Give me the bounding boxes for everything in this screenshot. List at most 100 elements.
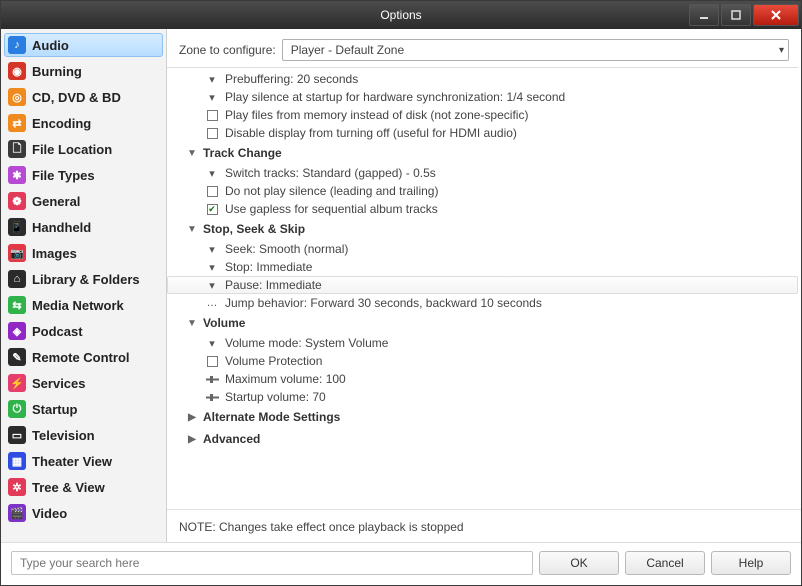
sidebar-item-video[interactable]: 🎬 Video — [4, 501, 163, 525]
setting-label: Stop: Immediate — [225, 260, 312, 274]
sidebar-item-media-network[interactable]: ⇆Media Network — [4, 293, 163, 317]
sidebar-item-label: Video — [32, 506, 67, 521]
setting-label: Jump behavior: Forward 30 seconds, backw… — [225, 296, 542, 310]
sidebar-item-images[interactable]: 📷Images — [4, 241, 163, 265]
group-title: Volume — [203, 316, 245, 330]
sidebar-icon: ✎ — [8, 348, 26, 366]
sidebar-item-file-types[interactable]: ✱File Types — [4, 163, 163, 187]
sidebar-icon: ⌂ — [8, 270, 26, 288]
setting-label: Switch tracks: Standard (gapped) - 0.5s — [225, 166, 436, 180]
sidebar-item-television[interactable]: ▭Television — [4, 423, 163, 447]
sidebar-icon: 🎬 — [8, 504, 26, 522]
checkbox-glyph — [205, 110, 219, 121]
cancel-button[interactable]: Cancel — [625, 551, 705, 575]
sidebar-icon: ♪ — [8, 36, 26, 54]
sidebar-item-label: File Types — [32, 168, 95, 183]
chevron-down-icon: ▼ — [187, 148, 197, 159]
sidebar-item-podcast[interactable]: ◈Podcast — [4, 319, 163, 343]
checkbox-icon — [207, 186, 218, 197]
sidebar-item-library-folders[interactable]: ⌂ Library & Folders — [4, 267, 163, 291]
sidebar-icon: ⇆ — [8, 296, 26, 314]
chevron-down-icon: ▾ — [205, 167, 219, 180]
sidebar-item-remote-control[interactable]: ✎Remote Control — [4, 345, 163, 369]
setting-label: Play files from memory instead of disk (… — [225, 108, 528, 122]
setting-row[interactable]: ✔ Use gapless for sequential album tracks — [167, 200, 798, 218]
setting-label: Use gapless for sequential album tracks — [225, 202, 438, 216]
sidebar-item-tree-view[interactable]: ✲Tree & View — [4, 475, 163, 499]
zone-selected-value: Player - Default Zone — [291, 43, 404, 57]
sidebar-icon: ◈ — [8, 322, 26, 340]
setting-label: Pause: Immediate — [225, 278, 322, 292]
sidebar-item-label: CD, DVD & BD — [32, 90, 121, 105]
zone-label: Zone to configure: — [179, 43, 276, 57]
setting-row[interactable]: Volume Protection — [167, 352, 798, 370]
checkbox-icon: ✔ — [207, 204, 218, 215]
sidebar-item-label: Encoding — [32, 116, 91, 131]
setting-row[interactable]: ▾ Pause: Immediate — [167, 276, 798, 294]
sidebar-icon: 🗋 — [8, 140, 26, 158]
sidebar-item-handheld[interactable]: 📱 Handheld — [4, 215, 163, 239]
setting-row[interactable]: ▾Volume mode: System Volume — [167, 334, 798, 352]
group-header[interactable]: ▶Alternate Mode Settings — [167, 406, 798, 428]
search-input[interactable] — [11, 551, 533, 575]
setting-label: Prebuffering: 20 seconds — [225, 72, 358, 86]
sidebar-item-audio[interactable]: ♪Audio — [4, 33, 163, 57]
sidebar-item-startup[interactable]: ⏻Startup — [4, 397, 163, 421]
setting-row[interactable]: ▾Play silence at startup for hardware sy… — [167, 88, 798, 106]
checkbox-glyph: ✔ — [205, 204, 219, 215]
sidebar-item-file-location[interactable]: 🗋File Location — [4, 137, 163, 161]
setting-row[interactable]: Play files from memory instead of disk (… — [167, 106, 798, 124]
checkbox-icon — [207, 110, 218, 121]
checkbox-glyph — [205, 128, 219, 139]
sidebar-icon: ⏻ — [8, 400, 26, 418]
group-header[interactable]: ▼ Volume — [167, 312, 798, 334]
ok-button[interactable]: OK — [539, 551, 619, 575]
setting-row[interactable]: …Jump behavior: Forward 30 seconds, back… — [167, 294, 798, 312]
chevron-down-icon: ▾ — [779, 45, 784, 56]
group-title: Advanced — [203, 432, 260, 446]
close-button[interactable] — [753, 4, 799, 26]
setting-row[interactable]: Do not play silence (leading and trailin… — [167, 182, 798, 200]
settings-list[interactable]: ▾Prebuffering: 20 seconds▾Play silence a… — [167, 67, 798, 509]
group-header[interactable]: ▼Track Change — [167, 142, 798, 164]
options-window: Options ♪Audio◉Burning◎CD, DVD & BD⇄Enco… — [0, 0, 802, 586]
sidebar-icon: 📱 — [8, 218, 26, 236]
zone-select[interactable]: Player - Default Zone ▾ — [282, 39, 789, 61]
sidebar-item-general[interactable]: ❁General — [4, 189, 163, 213]
minimize-button[interactable] — [689, 4, 719, 26]
chevron-down-icon: ▼ — [187, 318, 197, 329]
chevron-down-icon: ▾ — [205, 279, 219, 292]
sidebar-item-label: Tree & View — [32, 480, 105, 495]
setting-row[interactable]: Maximum volume: 100 — [167, 370, 798, 388]
sidebar-item-cd-dvd-bd[interactable]: ◎CD, DVD & BD — [4, 85, 163, 109]
maximize-button[interactable] — [721, 4, 751, 26]
setting-label: Maximum volume: 100 — [225, 372, 346, 386]
content-area: ♪Audio◉Burning◎CD, DVD & BD⇄Encoding🗋Fil… — [1, 29, 801, 585]
note-text: NOTE: Changes take effect once playback … — [167, 509, 801, 542]
sidebar-item-label: Library & Folders — [32, 272, 140, 287]
group-header[interactable]: ▶Advanced — [167, 428, 798, 450]
setting-label: Disable display from turning off (useful… — [225, 126, 517, 140]
setting-row[interactable]: Disable display from turning off (useful… — [167, 124, 798, 142]
chevron-down-icon: ▼ — [187, 224, 197, 235]
checkbox-glyph — [205, 186, 219, 197]
sidebar-item-theater-view[interactable]: ▦Theater View — [4, 449, 163, 473]
setting-row[interactable]: ▾ Switch tracks: Standard (gapped) - 0.5s — [167, 164, 798, 182]
setting-row[interactable]: ▾ Stop: Immediate — [167, 258, 798, 276]
sidebar-item-burning[interactable]: ◉Burning — [4, 59, 163, 83]
chevron-down-icon: ▾ — [205, 261, 219, 274]
setting-row[interactable]: Startup volume: 70 — [167, 388, 798, 406]
group-header[interactable]: ▼Stop, Seek & Skip — [167, 218, 798, 240]
sidebar-item-encoding[interactable]: ⇄Encoding — [4, 111, 163, 135]
sidebar-item-label: Television — [32, 428, 95, 443]
sidebar-item-label: Burning — [32, 64, 82, 79]
close-icon — [770, 9, 782, 21]
sidebar-item-label: Handheld — [32, 220, 91, 235]
checkbox-icon — [207, 356, 218, 367]
titlebar: Options — [1, 1, 801, 29]
setting-label: Play silence at startup for hardware syn… — [225, 90, 565, 104]
setting-row[interactable]: ▾Seek: Smooth (normal) — [167, 240, 798, 258]
sidebar-item-services[interactable]: ⚡Services — [4, 371, 163, 395]
help-button[interactable]: Help — [711, 551, 791, 575]
setting-row[interactable]: ▾Prebuffering: 20 seconds — [167, 70, 798, 88]
